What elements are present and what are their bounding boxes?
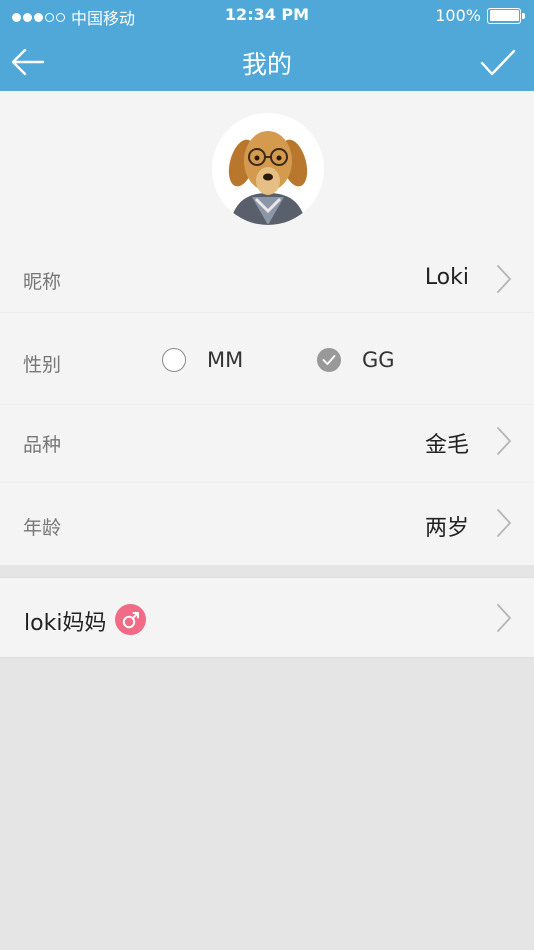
nickname-row[interactable]: 昵称 Loki	[0, 246, 534, 313]
age-row[interactable]: 年龄 两岁	[0, 483, 534, 565]
navigation-bar: 我的	[0, 30, 534, 91]
chevron-right-icon	[497, 509, 511, 537]
nickname-value: Loki	[424, 265, 469, 290]
battery-icon	[487, 7, 525, 24]
gender-row: 性别 MM GG	[0, 313, 534, 405]
avatar-section	[0, 91, 534, 246]
battery-status: 100%	[435, 6, 525, 25]
chevron-right-icon	[497, 427, 511, 455]
owner-name: loki妈妈	[24, 611, 107, 636]
confirm-button[interactable]	[480, 48, 516, 78]
nickname-label: 昵称	[23, 271, 62, 293]
breed-value: 金毛	[424, 433, 469, 458]
gender-option-label: GG	[362, 348, 395, 372]
status-bar: 中国移动 12:34 PM 100%	[0, 0, 534, 30]
radio-unchecked-icon[interactable]	[162, 348, 186, 372]
age-value: 两岁	[424, 516, 469, 541]
male-symbol-icon	[115, 604, 146, 635]
radio-checked-icon[interactable]	[317, 348, 341, 372]
dog-avatar-icon	[212, 113, 324, 225]
gender-label: 性别	[23, 354, 62, 376]
checkmark-icon	[480, 49, 516, 76]
breed-row[interactable]: 品种 金毛	[0, 405, 534, 483]
owner-row[interactable]: loki妈妈	[0, 577, 534, 658]
breed-label: 品种	[23, 434, 62, 456]
gender-option-mm[interactable]: MM	[162, 348, 243, 372]
age-label: 年龄	[23, 517, 62, 539]
gender-option-label: MM	[207, 348, 244, 372]
chevron-right-icon	[497, 265, 511, 293]
page-title: 我的	[241, 50, 292, 79]
chevron-right-icon	[497, 604, 511, 632]
battery-percent: 100%	[435, 6, 481, 25]
profile-form: 昵称 Loki 性别 MM GG 品种 金毛 年龄 两岁	[0, 246, 534, 565]
avatar[interactable]	[212, 113, 324, 225]
gender-option-gg[interactable]: GG	[317, 348, 395, 372]
